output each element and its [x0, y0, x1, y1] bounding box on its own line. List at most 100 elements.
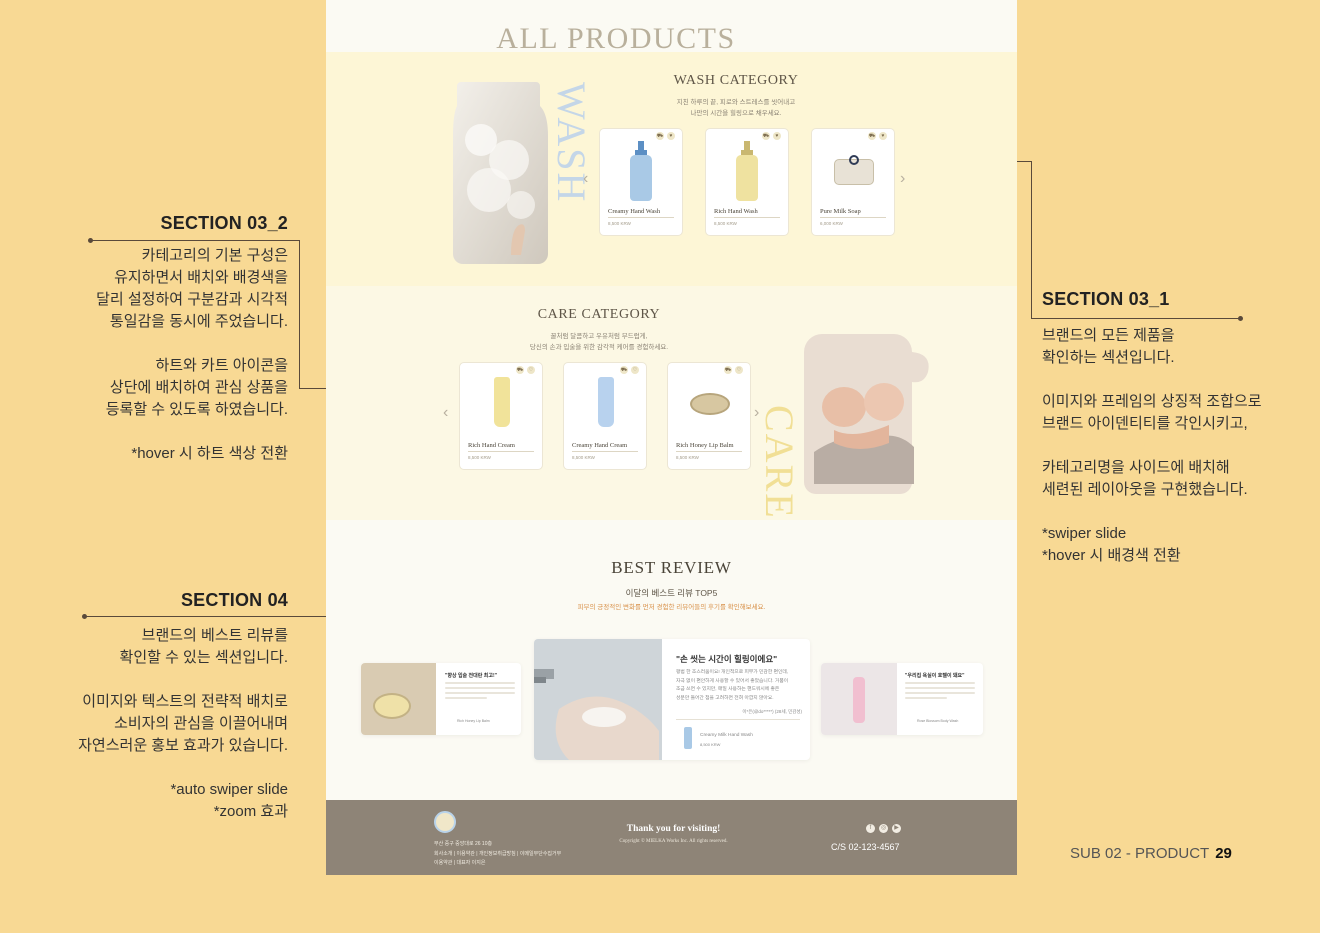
heart-icon[interactable]: ♥ [879, 132, 887, 140]
review-card-title: "우리집 욕실이 호텔이 돼요" [905, 673, 965, 679]
cart-icon[interactable]: ⛟ [516, 366, 524, 374]
heart-icon[interactable]: ♥ [667, 132, 675, 140]
footer-cs: C/S 02-123-4567 [831, 842, 900, 852]
annotation-line: 세련된 레이아웃을 구현했습니다. [1042, 481, 1248, 498]
connector-line [1031, 161, 1032, 318]
divider [468, 451, 534, 452]
annotation-paragraph: 브랜드의 베스트 리뷰를 확인할 수 있는 섹션입니다. [60, 625, 288, 669]
annotation-section-03-2: SECTION 03_2 카테고리의 기본 구성은 유지하면서 배치와 배경색을… [60, 213, 288, 465]
product-image [690, 393, 730, 415]
page-title: ALL PRODUCTS [496, 22, 736, 55]
annotation-line: 브랜드 아이덴티티를 각인시키고, [1042, 415, 1248, 432]
review-card-title: "향상 입술 전대란 최고!" [445, 673, 497, 679]
cart-icon[interactable]: ⛟ [620, 366, 628, 374]
page-number-label: SUB 02 - PRODUCT [1070, 845, 1210, 862]
care-category-title: CARE CATEGORY [537, 307, 661, 322]
review-divider [676, 719, 800, 720]
facebook-icon[interactable]: f [866, 824, 875, 833]
divider [676, 451, 742, 452]
instagram-icon[interactable]: ◎ [879, 824, 888, 833]
cart-icon[interactable]: ⛟ [762, 132, 770, 140]
card-icons: ⛟ ♡ [620, 366, 639, 374]
desc-line: 나만의 시간을 힐링으로 채우세요. [690, 110, 782, 117]
review-text-line: 평범 한 조스러움이요! 개인적으로 피부가 민감한 편인데, [676, 670, 789, 675]
care-prev-arrow[interactable]: ‹ [443, 404, 448, 422]
heart-icon[interactable]: ♡ [527, 366, 535, 374]
cart-icon[interactable]: ⛟ [724, 366, 732, 374]
divider [608, 217, 674, 218]
annotation-line: 하트와 카트 아이콘을 [155, 357, 288, 374]
product-image [624, 141, 658, 203]
wash-milk-bottle-image [451, 80, 549, 265]
cart-icon[interactable]: ⛟ [868, 132, 876, 140]
product-card[interactable]: ⛟ ♡ Rich Honey Lip Balm 8,500 KRW [667, 362, 751, 470]
annotation-line: 통일감을 동시에 주었습니다. [109, 313, 288, 330]
heart-icon[interactable]: ♥ [773, 132, 781, 140]
connector-line [84, 616, 326, 617]
product-name: Rich Honey Lip Balm [676, 442, 734, 449]
product-price: 8,500 KRW [572, 455, 595, 460]
youtube-icon[interactable]: ▶ [892, 824, 901, 833]
card-icons: ⛟ ♥ [762, 132, 781, 140]
annotation-section-04: SECTION 04 브랜드의 베스트 리뷰를 확인할 수 있는 섹션입니다. … [60, 590, 288, 823]
connector-line [1017, 161, 1032, 162]
connector-line [299, 388, 326, 389]
annotation-line: 브랜드의 모든 제품을 [1042, 327, 1175, 344]
review-featured-title: "손 씻는 시간이 힐링이에요" [676, 654, 778, 664]
annotation-line: 유지하면서 배치와 배경색을 [114, 269, 288, 286]
product-card[interactable]: ⛟ ♡ Creamy Hand Cream 8,500 KRW [563, 362, 647, 470]
product-card[interactable]: ⛟ ♡ Rich Hand Cream 8,500 KRW [459, 362, 543, 470]
annotation-paragraph: 카테고리의 기본 구성은 유지하면서 배치와 배경색을 달리 설정하여 구분감과… [60, 245, 288, 333]
divider [572, 451, 638, 452]
review-product-price: 8,500 KRW [700, 742, 721, 747]
product-image [730, 141, 764, 203]
product-name: Pure Milk Soap [820, 208, 861, 215]
product-card[interactable]: ⛟ ♥ Pure Milk Soap 6,000 KRW [811, 128, 895, 236]
card-icons: ⛟ ♡ [516, 366, 535, 374]
footer-links-2[interactable]: 이용약관 | 대표자 이지은 [434, 859, 485, 866]
review-subtitle: 이달의 베스트 리뷰 TOP5 [625, 588, 718, 598]
product-price: 8,500 KRW [468, 455, 491, 460]
review-card[interactable]: "우리집 욕실이 호텔이 돼요" Rose Blossom Body Wash [821, 663, 983, 735]
annotation-line: *zoom 효과 [213, 803, 288, 820]
review-author: 이*은(@do*****) (28세, 민감성) [742, 709, 802, 714]
review-card-product: Rich Honey Lip Balm [457, 719, 490, 723]
cart-icon[interactable]: ⛟ [656, 132, 664, 140]
wash-prev-arrow[interactable]: ‹ [583, 170, 588, 188]
product-name: Creamy Hand Cream [572, 442, 628, 449]
connector-line [299, 240, 300, 389]
footer-address: 부산 중구 중앙대로 26 10층 [434, 841, 493, 847]
annotation-section-03-1: SECTION 03_1 브랜드의 모든 제품을 확인하는 섹션입니다. 이미지… [1042, 289, 1282, 567]
footer-links[interactable]: 회사소개 | 이용약관 | 개인정보취급방침 | 이메일무단수집거부 [434, 850, 561, 857]
product-price: 8,500 KRW [714, 221, 737, 226]
review-card-body [905, 682, 975, 702]
review-subtitle-2: 피부의 긍정적인 변화를 먼저 경험한 리뷰어들의 후기를 확인해보세요. [577, 604, 766, 611]
annotation-paragraph: 이미지와 프레임의 상징적 조합으로 브랜드 아이덴티티를 각인시키고, [1042, 391, 1282, 435]
heart-icon[interactable]: ♡ [735, 366, 743, 374]
divider [714, 217, 780, 218]
annotation-title: SECTION 03_1 [1042, 289, 1170, 309]
product-card[interactable]: ⛟ ♥ Creamy Hand Wash 8,500 KRW [599, 128, 683, 236]
card-icons: ⛟ ♥ [656, 132, 675, 140]
product-card[interactable]: ⛟ ♥ Rich Hand Wash 8,500 KRW [705, 128, 789, 236]
babies-photo-icon [804, 334, 929, 494]
review-card-featured[interactable]: "손 씻는 시간이 힐링이에요" 평범 한 조스러움이요! 개인적으로 피부가 … [534, 639, 810, 760]
annotation-paragraph: 브랜드의 모든 제품을 확인하는 섹션입니다. [1042, 325, 1282, 369]
review-text-line: 성분만 들어간 점을 고려하면 전혀 아깝지 않아요. [676, 695, 774, 701]
page-number: SUB 02 - PRODUCT 29 [1070, 845, 1232, 862]
care-babies-image [794, 332, 930, 494]
divider [820, 217, 886, 218]
product-image [598, 377, 614, 427]
annotation-title: SECTION 03_2 [160, 213, 288, 233]
annotation-line: 카테고리의 기본 구성은 [141, 247, 288, 264]
heart-icon[interactable]: ♡ [631, 366, 639, 374]
review-card[interactable]: "향상 입술 전대란 최고!" Rich Honey Lip Balm [361, 663, 521, 735]
desc-line: 꿀처럼 달콤하고 우유처럼 부드럽게, [550, 333, 648, 340]
annotation-paragraph: *hover 시 하트 색상 전환 [60, 443, 288, 465]
brand-logo-icon[interactable] [434, 811, 456, 833]
care-category-desc: 꿀처럼 달콤하고 우유처럼 부드럽게, 당신의 손과 입술을 위한 감각적 케어… [489, 331, 709, 353]
wash-next-arrow[interactable]: › [900, 170, 905, 188]
footer-thanks: Thank you for visiting! [626, 824, 721, 834]
annotation-line: 달리 설정하여 구분감과 시각적 [96, 291, 288, 308]
review-text-line: 자극 없이 편안하게 사용할 수 있어서 좋았습니다. 거품이 [676, 678, 789, 684]
